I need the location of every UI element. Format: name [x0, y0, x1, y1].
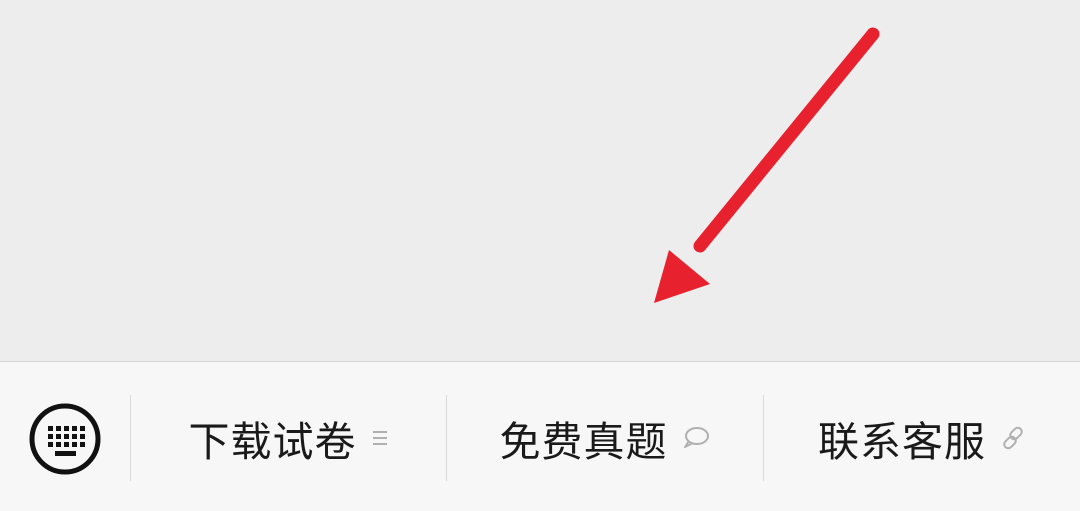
- keyboard-toggle-button[interactable]: [28, 402, 102, 476]
- menu-item-label: 联系客服: [818, 418, 986, 466]
- keyboard-icon: [29, 403, 101, 475]
- link-icon: [1000, 425, 1026, 451]
- red-arrow-annotation: [654, 27, 880, 303]
- chat-bubble-icon: [682, 426, 710, 450]
- list-icon: [371, 428, 389, 448]
- menu-item-contact-service[interactable]: 联系客服: [764, 395, 1080, 481]
- custom-menu-bar: 下载试卷 免费真题 联系客服: [0, 361, 1080, 511]
- chat-area: [0, 0, 1080, 361]
- menu-item-label: 免费真题: [499, 418, 668, 466]
- menu-item-download-papers[interactable]: 下载试卷: [131, 395, 446, 481]
- menu-item-free-exam-questions[interactable]: 免费真题: [447, 395, 762, 481]
- menu-item-label: 下载试卷: [188, 418, 357, 466]
